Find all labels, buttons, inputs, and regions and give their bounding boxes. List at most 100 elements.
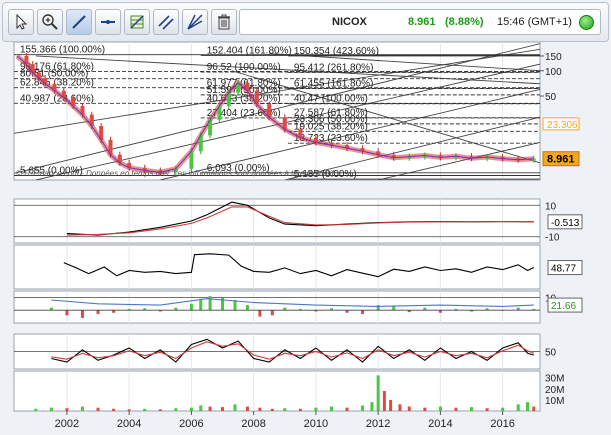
volume-bar	[143, 408, 147, 411]
volume-bar	[532, 406, 536, 411]
horizontal-line-icon	[101, 20, 115, 24]
x-axis-tick-label: 2014	[428, 418, 452, 430]
oscillator-panel-1: 10 -10 -0.513	[13, 198, 583, 244]
candle-body	[189, 151, 194, 169]
volume-bar	[283, 408, 287, 411]
volume-bar	[65, 408, 69, 411]
instrument-name: NICOX	[332, 16, 367, 28]
copyright-watermark: © IT-Finance.com - Données en temps réel…	[16, 169, 335, 178]
osc3-histogram-bar	[208, 296, 212, 311]
quote-timezone: (GMT+1)	[527, 16, 572, 28]
volume-bar	[526, 402, 530, 411]
channel-tool-button[interactable]	[153, 9, 179, 35]
volume-bar	[174, 408, 178, 411]
volume-plot-frame	[13, 370, 541, 412]
volume-bar	[438, 406, 442, 411]
chart-window: NICOX 8.961 (8.88%) 15:46 (GMT+1) 155.36…	[0, 0, 611, 435]
osc3-histogram-bar	[80, 310, 84, 318]
horizontal-line-tool-button[interactable]	[95, 9, 121, 35]
osc3-histogram-bar	[258, 310, 262, 317]
fibonacci-level-label: 61.455 (161.80%)	[294, 79, 374, 90]
volume-bar	[221, 407, 225, 411]
fibonacci-level-label: 62.845 (38.20%)	[20, 78, 94, 89]
fibonacci-level-label: 150.354 (423.60%)	[294, 46, 379, 57]
osc1-y-tick-label: -10	[545, 233, 560, 244]
connection-status-icon	[579, 15, 594, 30]
volume-bar	[454, 407, 458, 411]
x-axis-tick-label: 2010	[304, 418, 328, 430]
volume-bar	[501, 407, 505, 411]
osc3-histogram-bar	[392, 306, 396, 311]
volume-bar	[127, 409, 131, 411]
price-y-tick-label: 150	[545, 52, 562, 63]
volume-y-tick-label: 10M	[545, 396, 564, 407]
osc3-histogram-bar	[65, 310, 69, 316]
osc3-histogram-bar	[189, 303, 193, 311]
channel-icon	[158, 15, 174, 30]
volume-bar	[199, 405, 203, 411]
osc4-y-tick-label: 50	[545, 348, 557, 359]
volume-bar	[407, 406, 411, 411]
chart-area[interactable]: 155.366 (100.00%)98.176 (61.80%)80.51 (5…	[0, 42, 611, 435]
osc2-plot-frame	[13, 244, 541, 290]
volume-bar	[398, 404, 402, 411]
volume-bar	[270, 408, 274, 411]
volume-bar	[245, 406, 249, 411]
volume-bar	[49, 407, 53, 411]
x-axis: 2002 2004 2006 2008 2010 2012 2014 2016	[55, 411, 515, 430]
volume-bar	[470, 407, 474, 411]
arrow-cursor-icon	[16, 13, 28, 30]
price-y-tick-label: 100	[545, 67, 562, 78]
osc1-y-tick-label: 10	[545, 201, 557, 212]
fibonacci-level-label: 95.412 (261.80%)	[294, 62, 374, 73]
last-price-marker-label: 8.961	[547, 154, 575, 166]
volume-bar	[389, 399, 393, 411]
toolbar: NICOX 8.961 (8.88%) 15:46 (GMT+1)	[2, 2, 609, 42]
delete-drawings-button[interactable]	[211, 9, 237, 35]
trendline-tool-button[interactable]	[66, 9, 92, 35]
fibonacci-level-label: 96.52 (100.00%)	[207, 62, 281, 73]
volume-bar	[345, 407, 349, 411]
volume-bar	[516, 404, 520, 411]
quote-time-value: 15:46	[497, 16, 525, 28]
volume-bar	[96, 407, 100, 411]
volume-bar	[382, 391, 386, 411]
fibonacci-level-label: 40.47 (100.00%)	[294, 94, 368, 105]
fan-icon	[187, 14, 203, 30]
diagonal-line-icon	[72, 15, 86, 29]
osc3-histogram-bar	[270, 310, 274, 316]
fibonacci-level-label: 19.025 (38.20%)	[294, 121, 368, 132]
zoom-tool-button[interactable]	[37, 9, 63, 35]
trash-icon	[218, 14, 230, 30]
volume-panel: 30M20M10M	[13, 370, 564, 412]
volume-bar	[485, 408, 489, 411]
volume-bar	[370, 402, 374, 411]
cursor-tool-button[interactable]	[8, 9, 34, 35]
osc2-value-label: 48.77	[551, 264, 576, 275]
fan-tool-button[interactable]	[182, 9, 208, 35]
magnifier-plus-icon	[42, 14, 58, 30]
price-y-tick-label: 50	[545, 92, 557, 103]
last-price: 8.961	[408, 16, 436, 28]
volume-bar	[258, 407, 262, 411]
fibonacci-level-label: 152.404 (161.80%)	[207, 45, 292, 56]
x-axis-tick-label: 2008	[241, 418, 265, 430]
price-change-percent: (8.88%)	[445, 16, 484, 28]
fibonacci-tool-button[interactable]	[124, 9, 150, 35]
price-panel: 155.366 (100.00%)98.176 (61.80%)80.51 (5…	[13, 42, 580, 181]
x-axis-tick-label: 2016	[490, 418, 514, 430]
osc3-histogram-bar	[245, 305, 249, 311]
volume-bar	[298, 408, 302, 411]
volume-y-tick-label: 30M	[545, 374, 564, 385]
candle-body	[282, 117, 287, 130]
volume-y-tick-label: 20M	[545, 385, 564, 396]
quote-time: 15:46 (GMT+1)	[497, 16, 572, 28]
volume-bar	[34, 408, 38, 411]
volume-bar	[208, 406, 212, 411]
quote-bar: NICOX 8.961 (8.88%) 15:46 (GMT+1)	[239, 9, 601, 35]
volume-bar	[80, 406, 84, 411]
x-axis-tick-label: 2012	[366, 418, 390, 430]
oscillator-panel-2: 48.77	[13, 244, 583, 290]
osc1-value-label: -0.513	[551, 218, 580, 229]
x-axis-tick-label: 2006	[179, 418, 203, 430]
